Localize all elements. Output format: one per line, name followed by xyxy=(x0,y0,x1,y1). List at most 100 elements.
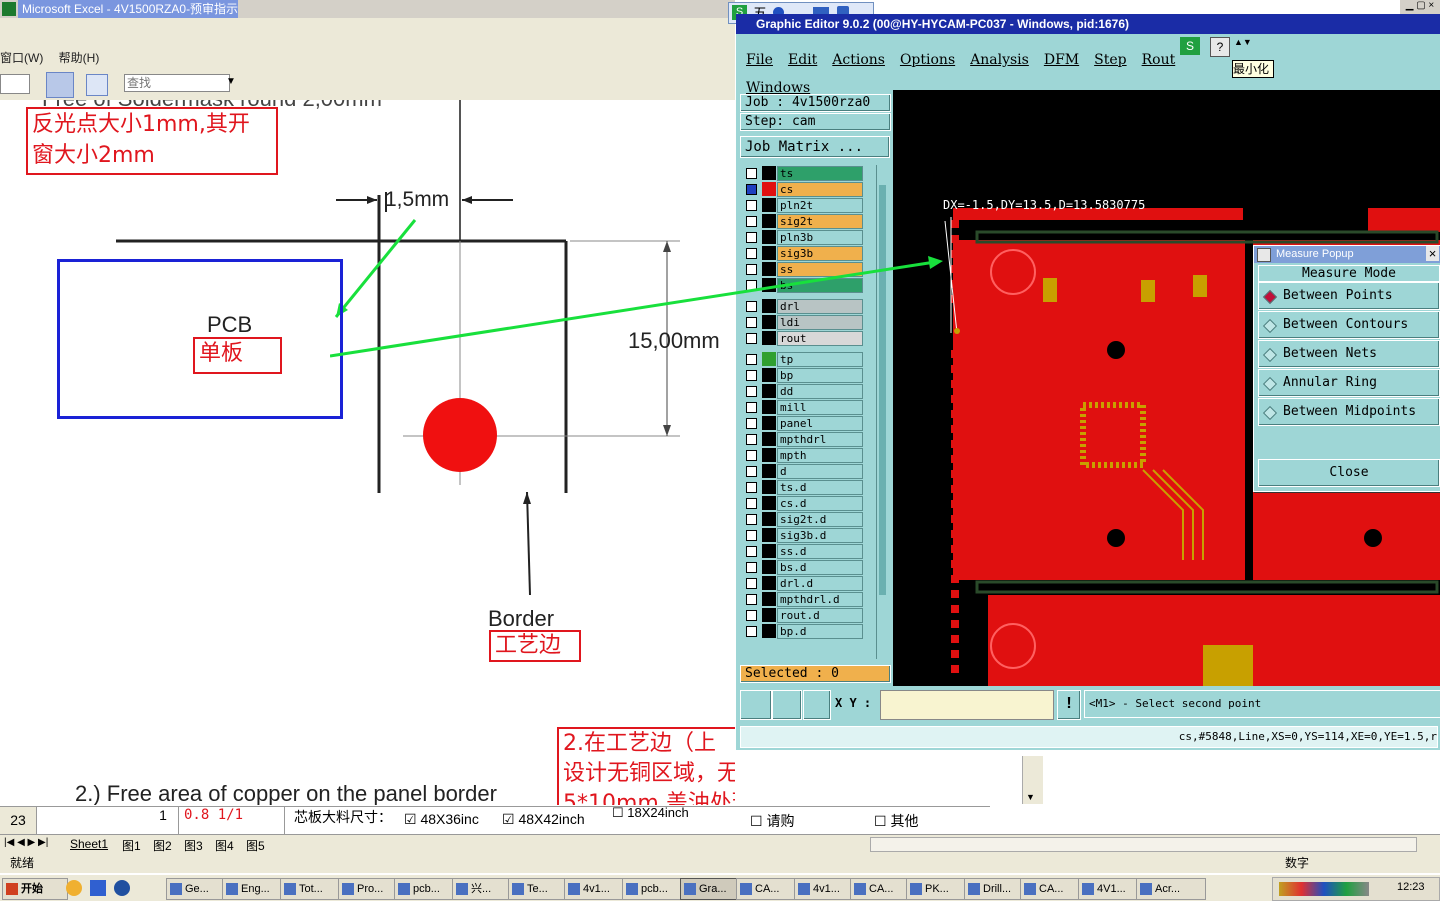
layer-checkbox[interactable] xyxy=(746,578,757,589)
taskbar-button[interactable]: Acr... xyxy=(1136,878,1206,900)
layer-checkbox[interactable] xyxy=(746,386,757,397)
layer-checkbox[interactable] xyxy=(746,610,757,621)
fit-icon[interactable] xyxy=(86,74,108,96)
tab-fig4[interactable]: 图4 xyxy=(215,837,234,854)
layer-checkbox[interactable] xyxy=(746,530,757,541)
layer-row[interactable]: pln3b xyxy=(740,229,880,245)
layer-checkbox[interactable] xyxy=(746,168,757,179)
scroll-down-icon[interactable]: ▼ xyxy=(1026,792,1035,802)
close-button[interactable]: Close xyxy=(1258,459,1440,487)
layer-row[interactable]: bp xyxy=(740,367,880,383)
close-icon[interactable]: × xyxy=(1426,246,1439,261)
excel-hscroll[interactable] xyxy=(870,837,1417,852)
menu-options[interactable]: Options xyxy=(900,52,955,68)
chevron-down-icon[interactable]: ▼ xyxy=(226,76,236,87)
layer-row[interactable]: ss.d xyxy=(740,543,880,559)
menu-file[interactable]: File xyxy=(746,52,773,68)
excel-vscroll[interactable]: ▼ xyxy=(1022,756,1043,804)
layer-row[interactable]: ts.d xyxy=(740,479,880,495)
layer-checkbox[interactable] xyxy=(746,232,757,243)
zoom-select[interactable] xyxy=(0,74,30,94)
layer-row[interactable]: rout.d xyxy=(740,607,880,623)
table-cell[interactable]: 1 xyxy=(148,807,179,835)
table-cell[interactable]: 芯板大料尺寸： xyxy=(294,807,404,835)
scroll-thumb[interactable] xyxy=(879,185,886,595)
tab-fig3[interactable]: 图3 xyxy=(184,837,203,854)
layer-checkbox[interactable] xyxy=(746,562,757,573)
option-between-midpoints[interactable]: Between Midpoints xyxy=(1258,398,1440,426)
menu-help[interactable]: 帮助(H) xyxy=(59,51,100,65)
option-between-nets[interactable]: Between Nets xyxy=(1258,340,1440,368)
checkbox-purchase[interactable]: ☐ 请购 xyxy=(750,811,794,831)
table-cell[interactable]: 0.8 1/1 xyxy=(184,807,285,835)
layer-checkbox[interactable] xyxy=(746,370,757,381)
menu-rout[interactable]: Rout xyxy=(1142,52,1176,68)
layer-checkbox[interactable] xyxy=(746,200,757,211)
option-between-points[interactable]: Between Points xyxy=(1258,282,1440,310)
save-icon[interactable] xyxy=(46,72,74,98)
tab-fig5[interactable]: 图5 xyxy=(246,837,265,854)
tab-fig2[interactable]: 图2 xyxy=(153,837,172,854)
quicklaunch-icon[interactable] xyxy=(114,880,130,896)
layer-checkbox[interactable] xyxy=(746,514,757,525)
layer-checkbox[interactable] xyxy=(746,402,757,413)
layer-row[interactable]: bs.d xyxy=(740,559,880,575)
layer-checkbox[interactable] xyxy=(746,450,757,461)
layer-checkbox[interactable] xyxy=(746,626,757,637)
toolbar-chevron-icon[interactable]: ▲▼ xyxy=(1234,37,1252,55)
layer-row[interactable]: dd xyxy=(740,383,880,399)
menu-window[interactable]: 窗口(W) xyxy=(0,51,43,65)
layer-row[interactable]: pln2t xyxy=(740,197,880,213)
quicklaunch-icon[interactable] xyxy=(66,880,82,896)
layer-checkbox[interactable] xyxy=(746,594,757,605)
layer-checkbox[interactable] xyxy=(746,418,757,429)
layer-row[interactable]: sig3b.d xyxy=(740,527,880,543)
alert-icon[interactable]: ! xyxy=(1057,690,1081,720)
menu-edit[interactable]: Edit xyxy=(788,52,817,68)
tab-fig1[interactable]: 图1 xyxy=(122,837,141,854)
find-input[interactable] xyxy=(124,74,230,92)
layer-row[interactable]: sig2t.d xyxy=(740,511,880,527)
layer-scrollbar[interactable] xyxy=(876,165,889,659)
layer-checkbox[interactable] xyxy=(746,498,757,509)
option-annular-ring[interactable]: Annular Ring xyxy=(1258,369,1440,397)
layer-row[interactable]: drl.d xyxy=(740,575,880,591)
layer-checkbox[interactable] xyxy=(746,184,757,195)
layer-checkbox[interactable] xyxy=(746,482,757,493)
layer-row[interactable]: mpth xyxy=(740,447,880,463)
tab-sheet1[interactable]: Sheet1 xyxy=(70,837,108,851)
tab-nav-icon[interactable]: |◀ ◀ ▶ ▶| xyxy=(4,837,48,848)
checkbox-48x36[interactable]: ☑ 48X36inc xyxy=(404,811,479,828)
layer-row[interactable]: cs.d xyxy=(740,495,880,511)
layer-row[interactable]: cs xyxy=(740,181,880,197)
layer-row[interactable]: panel xyxy=(740,415,880,431)
layer-row[interactable]: d xyxy=(740,463,880,479)
window-controls[interactable]: ▁ ▢ × xyxy=(1400,0,1440,14)
layer-checkbox[interactable] xyxy=(746,546,757,557)
menu-actions[interactable]: Actions xyxy=(832,52,885,68)
checkbox-other[interactable]: ☐ 其他 xyxy=(874,811,918,831)
app-logo-icon[interactable]: S xyxy=(1180,37,1200,55)
grid-icon[interactable] xyxy=(803,690,831,720)
layer-checkbox[interactable] xyxy=(746,216,757,227)
job-matrix-button[interactable]: Job Matrix ... xyxy=(740,136,890,158)
layer-row[interactable]: sig2t xyxy=(740,213,880,229)
layer-row[interactable]: mpthdrl xyxy=(740,431,880,447)
start-button[interactable]: 开始 xyxy=(2,878,68,900)
menu-analysis[interactable]: Analysis xyxy=(970,52,1029,68)
menu-dfm[interactable]: DFM xyxy=(1044,52,1079,68)
xy-input[interactable] xyxy=(880,690,1054,720)
zoom-area-icon[interactable] xyxy=(740,690,772,720)
layer-row[interactable]: ts xyxy=(740,165,880,181)
checkbox-48x42[interactable]: ☑ 48X42inch xyxy=(502,811,585,828)
option-between-contours[interactable]: Between Contours xyxy=(1258,311,1440,339)
tray-icons[interactable] xyxy=(1279,882,1369,896)
quicklaunch-icon[interactable] xyxy=(90,880,106,896)
layer-row[interactable]: mpthdrl.d xyxy=(740,591,880,607)
layer-row[interactable]: bp.d xyxy=(740,623,880,639)
menu-step[interactable]: Step xyxy=(1094,52,1126,68)
checkbox-18x24[interactable]: ☐ 18X24inch xyxy=(612,805,689,821)
layer-checkbox[interactable] xyxy=(746,466,757,477)
measure-tool-icon[interactable] xyxy=(772,690,802,720)
layer-checkbox[interactable] xyxy=(746,434,757,445)
